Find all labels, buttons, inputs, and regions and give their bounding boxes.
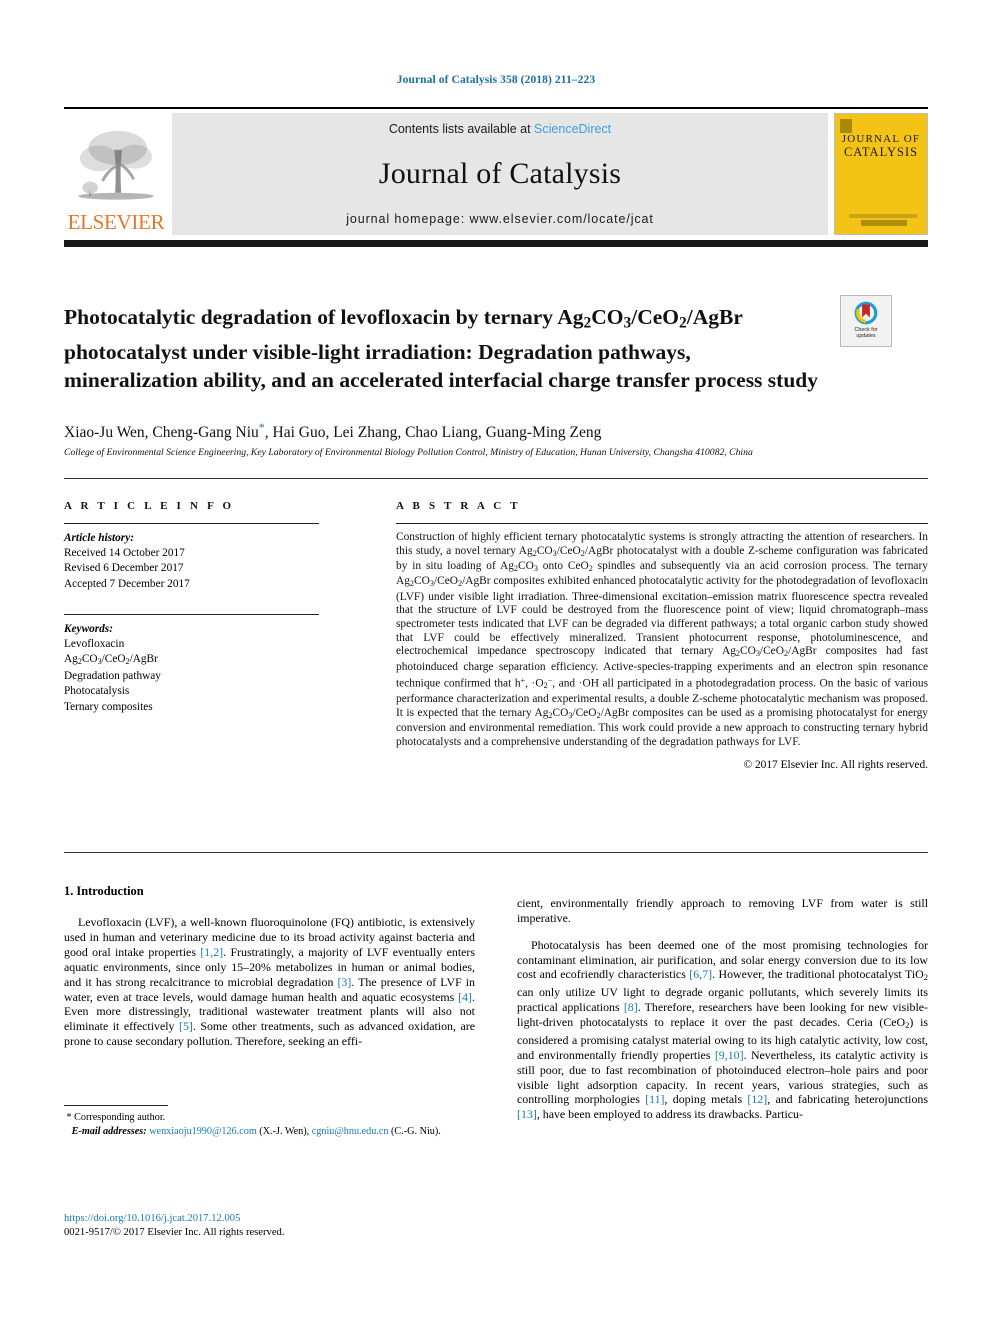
cover-title-line2: CATALYSIS bbox=[843, 145, 919, 159]
footnote-emails: E-mail addresses: wenxiaoju1990@126.com … bbox=[64, 1125, 475, 1138]
cover-footer-bar bbox=[861, 220, 907, 226]
affiliation: College of Environmental Science Enginee… bbox=[64, 447, 753, 458]
history-revised: Revised 6 December 2017 bbox=[64, 562, 184, 575]
crossmark-icon bbox=[854, 301, 878, 325]
abstract-heading: A B S T R A C T bbox=[396, 500, 521, 512]
email-owner-2: (C.-G. Niu). bbox=[391, 1125, 441, 1137]
abstract-bottom-rule bbox=[64, 852, 928, 853]
abstract-rule bbox=[396, 523, 928, 524]
article-info-heading: A R T I C L E I N F O bbox=[64, 500, 235, 512]
running-head: Journal of Catalysis 358 (2018) 211–223 bbox=[396, 74, 596, 86]
citation-ref[interactable]: [8] bbox=[624, 1000, 638, 1014]
journal-homepage[interactable]: journal homepage: www.elsevier.com/locat… bbox=[346, 212, 654, 226]
body-columns: 1. Introduction Levofloxacin (LVF), a we… bbox=[64, 884, 928, 1138]
masthead-center: Contents lists available at ScienceDirec… bbox=[172, 113, 828, 235]
elsevier-wordmark: ELSEVIER bbox=[67, 210, 165, 234]
citation-ref[interactable]: [4] bbox=[458, 990, 472, 1004]
citation-ref[interactable]: [5] bbox=[179, 1019, 193, 1033]
doi-link[interactable]: https://doi.org/10.1016/j.jcat.2017.12.0… bbox=[64, 1212, 484, 1226]
footnote-block: * Corresponding author. E-mail addresses… bbox=[64, 1111, 475, 1138]
article-info-rule bbox=[64, 523, 319, 524]
title-seg-1: Photocatalytic degradation of levofloxac… bbox=[64, 305, 584, 330]
contents-line: Contents lists available at ScienceDirec… bbox=[389, 122, 611, 136]
abstract-copyright: © 2017 Elsevier Inc. All rights reserved… bbox=[743, 759, 928, 772]
email-owner-1: (X.-J. Wen), bbox=[259, 1125, 310, 1137]
masthead-bottom-rule bbox=[64, 240, 928, 247]
crossmark-label: Check for updates bbox=[854, 327, 877, 340]
issn-copyright: 0021-9517/© 2017 Elsevier Inc. All right… bbox=[64, 1226, 285, 1238]
header-bottom-rule bbox=[64, 478, 928, 479]
footnote-rule bbox=[64, 1105, 168, 1107]
email-link-2[interactable]: cgniu@hnu.edu.cn bbox=[312, 1126, 389, 1137]
citation-ref[interactable]: [6,7] bbox=[689, 967, 712, 981]
cover-title-line1: JOURNAL OF bbox=[841, 133, 921, 145]
history-accepted: Accepted 7 December 2017 bbox=[64, 577, 190, 590]
author-list: Xiao-Ju Wen, Cheng-Gang Niu*, Hai Guo, L… bbox=[64, 420, 924, 442]
keyword-item: Ternary composites bbox=[64, 700, 153, 713]
authors-head: Xiao-Ju Wen, Cheng-Gang Niu bbox=[64, 424, 259, 442]
body-column-right: cient, environmentally friendly approach… bbox=[517, 884, 928, 1138]
keyword-item: Levofloxacin bbox=[64, 638, 125, 651]
email-link-1[interactable]: wenxiaoju1990@126.com bbox=[149, 1126, 257, 1137]
abstract-panel: A B S T R A C T Construction of highly e… bbox=[396, 500, 928, 771]
title-sub-3: 2 bbox=[679, 314, 687, 332]
crossmark-line2: updates bbox=[856, 333, 876, 340]
keywords-list: Keywords: Levofloxacin Ag2CO3/CeO2/AgBr … bbox=[64, 622, 364, 715]
page-footer: https://doi.org/10.1016/j.jcat.2017.12.0… bbox=[64, 1212, 484, 1239]
paper-page: Journal of Catalysis 358 (2018) 211–223 bbox=[0, 0, 992, 1323]
citation-ref[interactable]: [13] bbox=[517, 1107, 537, 1121]
keywords-label: Keywords: bbox=[64, 622, 113, 635]
article-history-label: Article history: bbox=[64, 532, 134, 544]
authors-tail: , Hai Guo, Lei Zhang, Chao Liang, Guang-… bbox=[264, 424, 602, 442]
footnote-corresponding: * Corresponding author. bbox=[66, 1112, 166, 1124]
title-seg-2: CO bbox=[591, 305, 624, 330]
citation-ref[interactable]: [11] bbox=[645, 1092, 664, 1106]
journal-masthead: ELSEVIER Contents lists available at Sci… bbox=[64, 107, 928, 235]
article-info-panel: A R T I C L E I N F O Article history: R… bbox=[64, 500, 364, 715]
keyword-item: Photocatalysis bbox=[64, 685, 130, 698]
history-received: Received 14 October 2017 bbox=[64, 547, 185, 560]
title-seg-3: /CeO bbox=[631, 305, 680, 330]
intro-paragraph-right-1: cient, environmentally friendly approach… bbox=[517, 895, 928, 925]
keyword-item: Degradation pathway bbox=[64, 670, 161, 683]
journal-title: Journal of Catalysis bbox=[378, 157, 622, 190]
journal-cover-thumbnail: JOURNAL OF CATALYSIS bbox=[834, 113, 928, 235]
page-title: Photocatalytic degradation of levofloxac… bbox=[64, 303, 824, 393]
abstract-text: Construction of highly efficient ternary… bbox=[396, 531, 929, 748]
citation-ref[interactable]: [9,10] bbox=[715, 1048, 744, 1062]
body-column-left: 1. Introduction Levofloxacin (LVF), a we… bbox=[64, 884, 475, 1138]
footnote-corresponding-text: Corresponding author. bbox=[74, 1112, 166, 1124]
intro-paragraph-left: Levofloxacin (LVF), a well-known fluoroq… bbox=[64, 915, 475, 1049]
citation-ref[interactable]: [3] bbox=[337, 975, 351, 989]
crossmark-line1: Check for bbox=[854, 327, 878, 333]
citation-ref[interactable]: [12] bbox=[747, 1092, 767, 1106]
intro-paragraph-right-2: Photocatalysis has been deemed one of th… bbox=[517, 937, 928, 1122]
article-history: Article history: Received 14 October 201… bbox=[64, 531, 364, 592]
cover-elsevier-mark bbox=[840, 119, 852, 133]
elsevier-logo: ELSEVIER bbox=[64, 113, 168, 235]
cover-footer-text bbox=[849, 214, 917, 218]
contents-prefix: Contents lists available at bbox=[388, 122, 535, 136]
section-heading-introduction: 1. Introduction bbox=[64, 884, 144, 898]
keyword-item: Ag2CO3/CeO2/AgBr bbox=[64, 653, 158, 666]
sciencedirect-link[interactable]: ScienceDirect bbox=[534, 122, 611, 136]
elsevier-tree-icon bbox=[78, 130, 154, 200]
citation-ref[interactable]: [1,2] bbox=[200, 945, 223, 959]
email-label: E-mail addresses: bbox=[71, 1125, 147, 1137]
keywords-rule bbox=[64, 613, 319, 615]
crossmark-badge[interactable]: Check for updates bbox=[840, 295, 892, 347]
